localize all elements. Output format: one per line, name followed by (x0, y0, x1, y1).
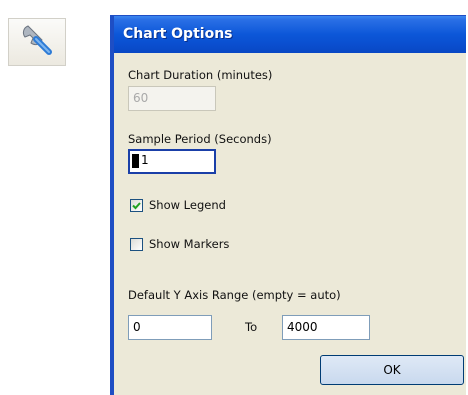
y-axis-range-label: Default Y Axis Range (empty = auto) (128, 288, 341, 302)
show-legend-checkbox[interactable] (130, 199, 143, 212)
show-markers-label[interactable]: Show Markers (149, 237, 229, 251)
checkmark-icon (132, 202, 141, 210)
to-label: To (245, 320, 258, 334)
ok-button[interactable]: OK (320, 355, 464, 385)
show-markers-checkbox[interactable] (130, 238, 143, 251)
chart-duration-field[interactable]: 60 (128, 86, 216, 111)
y-axis-min-field[interactable]: 0 (128, 315, 212, 340)
chart-options-button[interactable] (8, 18, 66, 66)
wrench-icon (19, 22, 55, 62)
dialog-title: Chart Options (114, 16, 466, 53)
sample-period-label: Sample Period (Seconds) (128, 132, 272, 146)
sample-period-value: 1 (141, 153, 149, 167)
chart-options-dialog: Chart Options Chart Duration (minutes) 6… (110, 15, 466, 395)
text-caret (132, 153, 139, 168)
y-axis-max-field[interactable]: 4000 (282, 315, 370, 340)
show-legend-label[interactable]: Show Legend (149, 198, 226, 212)
chart-duration-label: Chart Duration (minutes) (128, 68, 273, 82)
sample-period-field[interactable]: 1 (128, 149, 216, 174)
